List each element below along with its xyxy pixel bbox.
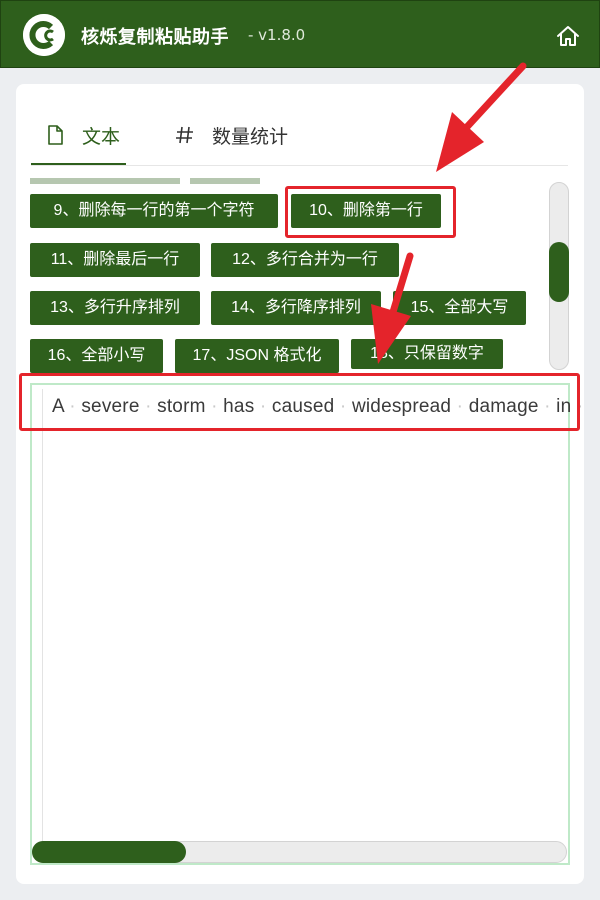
arrow-icon <box>436 62 527 172</box>
annotation-arrows <box>371 62 527 364</box>
arrow-icon <box>371 252 414 364</box>
